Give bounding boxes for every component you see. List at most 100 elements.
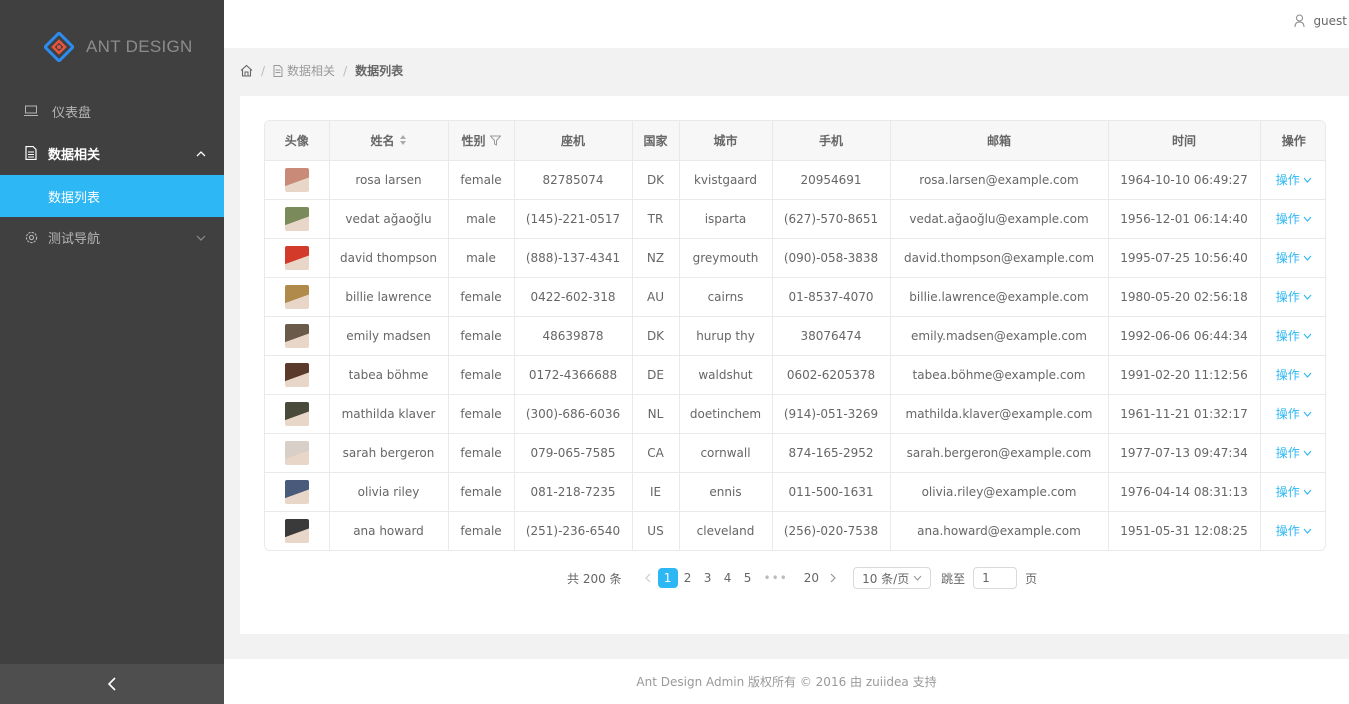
cell-city: hurup thy	[679, 316, 773, 356]
row-action-label: 操作	[1275, 212, 1300, 226]
chevron-down-icon	[1303, 450, 1312, 456]
pagination-next-button[interactable]	[823, 568, 843, 588]
chevron-right-icon	[830, 573, 836, 583]
cell-nat: AU	[632, 277, 680, 317]
user-menu[interactable]: guest	[1294, 14, 1347, 28]
pagination-page-1[interactable]: 1	[657, 568, 678, 588]
cell-email: rosa.larsen@example.com	[890, 160, 1109, 200]
file-icon	[24, 146, 38, 160]
chevron-down-icon	[196, 231, 206, 246]
pagination-page-4[interactable]: 4	[718, 568, 738, 588]
pagination: 共 200 条 1 2 3 4 5 ••• 20 10 条/页 跳至 1 页	[567, 567, 1037, 589]
setting-icon	[24, 230, 38, 244]
chevron-down-icon	[913, 575, 922, 581]
column-header-gender[interactable]: 性别	[448, 121, 515, 161]
table-row: tabea böhme female 0172-4366688 DE waldshut 0…	[265, 355, 1325, 395]
row-action-dropdown[interactable]: 操作	[1276, 405, 1312, 422]
pagination-page-last[interactable]: 20	[800, 568, 823, 588]
breadcrumb-separator: /	[343, 63, 348, 78]
breadcrumb-home[interactable]	[240, 64, 253, 77]
user-icon	[1294, 14, 1305, 28]
cell-avatar	[265, 316, 330, 356]
cell-city: isparta	[679, 199, 773, 239]
cell-avatar	[265, 199, 330, 239]
column-header-name[interactable]: 姓名	[329, 121, 449, 161]
cell-time: 1956-12-01 06:14:40	[1108, 199, 1261, 239]
row-action-label: 操作	[1275, 368, 1300, 382]
cell-phone: (300)-686-6036	[514, 394, 633, 434]
row-action-dropdown[interactable]: 操作	[1276, 522, 1312, 539]
row-action-dropdown[interactable]: 操作	[1276, 288, 1312, 305]
cell-action: 操作	[1260, 199, 1325, 239]
pagination-page-3[interactable]: 3	[698, 568, 718, 588]
cell-city: waldshut	[679, 355, 773, 395]
cell-name: tabea böhme	[329, 355, 449, 395]
cell-phone: 079-065-7585	[514, 433, 633, 473]
cell-nat: NL	[632, 394, 680, 434]
cell-name: olivia riley	[329, 472, 449, 512]
sort-icon[interactable]	[399, 134, 407, 146]
sidebar-item-label: 仪表盘	[52, 105, 92, 121]
avatar	[284, 440, 309, 465]
jump-input[interactable]: 1	[973, 567, 1018, 589]
breadcrumb-item-data[interactable]: 数据相关	[273, 62, 335, 79]
cell-cell: 874-165-2952	[772, 433, 891, 473]
page-size-select[interactable]: 10 条/页	[853, 567, 932, 589]
sidebar-item-data-list[interactable]: 数据列表	[0, 175, 224, 217]
pagination-page-2[interactable]: 2	[678, 568, 698, 588]
table-row: emily madsen female 48639878 DK hurup thy 380…	[265, 316, 1325, 356]
table-row: sarah bergeron female 079-065-7585 CA cornwa…	[265, 433, 1325, 473]
chevron-up-icon	[196, 147, 206, 162]
cell-name: vedat ağaoğlu	[329, 199, 449, 239]
cell-name: david thompson	[329, 238, 449, 278]
row-action-dropdown[interactable]: 操作	[1276, 171, 1312, 188]
chevron-down-icon	[1303, 294, 1312, 300]
cell-action: 操作	[1260, 355, 1325, 395]
avatar	[284, 362, 309, 387]
cell-name: emily madsen	[329, 316, 449, 356]
avatar	[284, 323, 309, 348]
table-row: olivia riley female 081-218-7235 IE ennis 011…	[265, 472, 1325, 512]
cell-cell: (090)-058-3838	[772, 238, 891, 278]
pagination-page-5[interactable]: 5	[738, 568, 758, 588]
cell-city: cleveland	[679, 511, 773, 550]
pagination-prev-button[interactable]	[638, 568, 658, 588]
cell-phone: 0422-602-318	[514, 277, 633, 317]
cell-cell: (256)-020-7538	[772, 511, 891, 550]
row-action-dropdown[interactable]: 操作	[1276, 327, 1312, 344]
sidebar-item-label: 数据列表	[48, 190, 101, 206]
row-action-dropdown[interactable]: 操作	[1276, 210, 1312, 227]
cell-phone: (145)-221-0517	[514, 199, 633, 239]
cell-gender: female	[448, 160, 515, 200]
cell-avatar	[265, 433, 330, 473]
ant-design-logo-icon	[44, 32, 74, 62]
sidebar-item-test-nav[interactable]: 测试导航	[0, 216, 224, 258]
cell-gender: male	[448, 199, 515, 239]
cell-action: 操作	[1260, 511, 1325, 550]
cell-city: cairns	[679, 277, 773, 317]
cell-time: 1995-07-25 10:56:40	[1108, 238, 1261, 278]
avatar	[284, 206, 309, 231]
pagination-jump-next[interactable]: •••	[758, 571, 794, 585]
cell-gender: female	[448, 355, 515, 395]
cell-time: 1951-05-31 12:08:25	[1108, 511, 1261, 550]
sidebar-item-dashboard[interactable]: 仪表盘	[0, 90, 224, 132]
sidebar-item-data[interactable]: 数据相关	[0, 132, 224, 174]
row-action-dropdown[interactable]: 操作	[1276, 483, 1312, 500]
cell-action: 操作	[1260, 316, 1325, 356]
cell-action: 操作	[1260, 433, 1325, 473]
cell-city: ennis	[679, 472, 773, 512]
cell-gender: female	[448, 394, 515, 434]
cell-name: mathilda klaver	[329, 394, 449, 434]
cell-time: 1991-02-20 11:12:56	[1108, 355, 1261, 395]
table-row: ana howard female (251)-236-6540 US clevelan…	[265, 511, 1325, 550]
row-action-dropdown[interactable]: 操作	[1276, 249, 1312, 266]
sidebar-collapse-button[interactable]	[0, 664, 224, 704]
row-action-dropdown[interactable]: 操作	[1276, 444, 1312, 461]
filter-icon[interactable]	[489, 135, 501, 146]
column-header-nat: 国家	[632, 121, 680, 161]
row-action-dropdown[interactable]: 操作	[1276, 366, 1312, 383]
laptop-icon	[24, 104, 38, 118]
logo[interactable]: ANT DESIGN	[0, 0, 224, 94]
row-action-label: 操作	[1275, 524, 1300, 539]
